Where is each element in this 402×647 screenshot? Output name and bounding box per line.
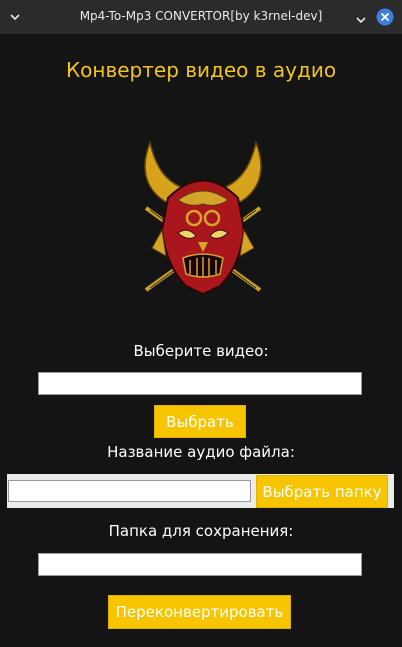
audio-name-label: Название аудио файла:: [107, 443, 295, 461]
save-folder-label: Папка для сохранения:: [108, 522, 294, 540]
close-icon[interactable]: [376, 8, 394, 26]
choose-video-button[interactable]: Выбрать: [154, 405, 246, 438]
window-title: Mp4-To-Mp3 CONVERTOR[by k3rnel-dev]: [79, 9, 323, 23]
window-titlebar: Mp4-To-Mp3 CONVERTOR[by k3rnel-dev]: [0, 0, 402, 35]
samurai-mask-logo: [128, 138, 278, 308]
save-folder-input[interactable]: [38, 553, 362, 576]
page-title: Конвертер видео в аудио: [65, 58, 337, 82]
minimize-icon[interactable]: [355, 11, 367, 24]
choose-folder-button[interactable]: Выбрать папку: [256, 475, 388, 508]
audio-name-input[interactable]: [8, 480, 251, 502]
video-label: Выберите видео:: [133, 342, 269, 360]
video-path-input[interactable]: [38, 372, 362, 395]
convert-button[interactable]: Переконвертировать: [108, 595, 291, 629]
chevron-down-icon[interactable]: [9, 11, 21, 23]
